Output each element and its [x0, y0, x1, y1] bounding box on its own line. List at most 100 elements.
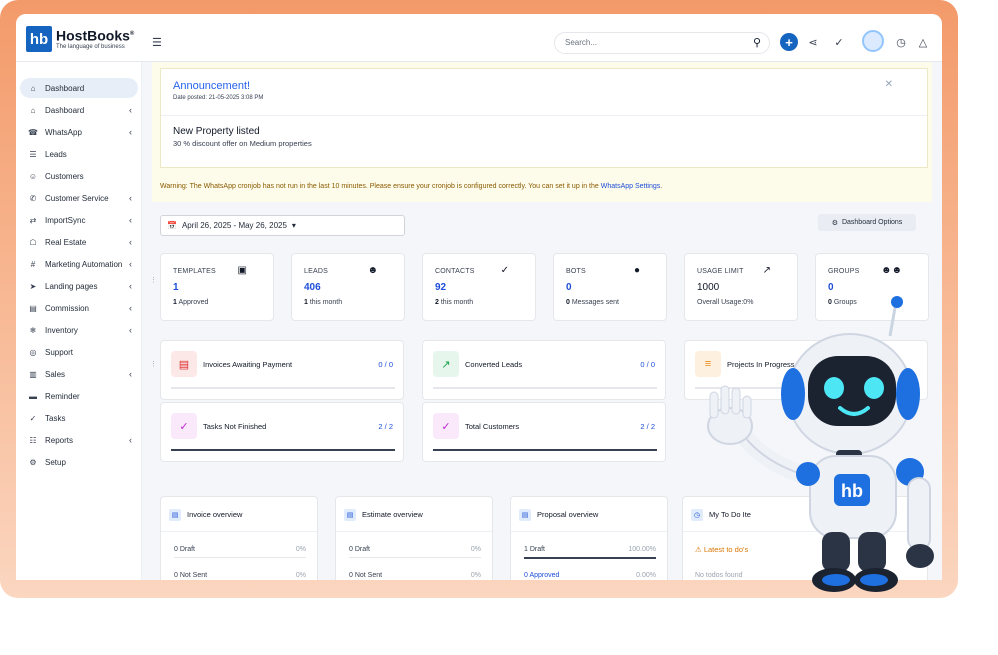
date-range-value: April 26, 2025 - May 26, 2025	[181, 221, 287, 230]
sidebar-item-label: Support	[45, 347, 74, 357]
overview-row[interactable]: 0 Not Sent 0%	[349, 572, 481, 579]
overview-row[interactable]: 0 Draft 0%	[174, 546, 306, 553]
overview-title: Proposal overview	[537, 510, 599, 519]
overview-row-percent: 0%	[470, 546, 481, 553]
caret-down-icon: ▾	[291, 221, 296, 230]
share-icon[interactable]: ⋖	[804, 33, 822, 51]
sidebar-item-label: Marketing Automation	[45, 259, 123, 269]
stat-label: TEMPLATES	[173, 268, 216, 275]
sidebar-item-tasks[interactable]: ✓ Tasks	[20, 408, 138, 428]
user-icon: ☻	[367, 265, 378, 276]
sidebar-item-label: Dashboard	[45, 105, 85, 115]
sidebar-item-label: Customer Service	[45, 193, 109, 203]
stat-card-bots[interactable]: BOTS ● 0 0 Messages sent	[553, 253, 667, 321]
overview-row-label: 1 Draft	[524, 546, 546, 553]
stat-value: 406	[304, 282, 321, 293]
sidebar-item-label: Real Estate	[45, 237, 87, 247]
reports-icon: ☷	[29, 435, 37, 445]
date-range-picker[interactable]: 📅 April 26, 2025 - May 26, 2025 ▾	[160, 215, 405, 236]
sidebar-item-inventory[interactable]: ❄ Inventory ‹	[20, 320, 138, 340]
stat-card-templates[interactable]: TEMPLATES ▣ 1 1 Approved	[160, 253, 274, 321]
gear-icon: ⚙	[29, 457, 37, 467]
home-icon: ⌂	[30, 83, 36, 93]
overview-row-bar	[174, 557, 306, 558]
sidebar-item-importsync[interactable]: ⇄ ImportSync ‹	[20, 210, 138, 230]
overview-row[interactable]: 1 Draft 100.00%	[524, 546, 656, 553]
sidebar-item-customers[interactable]: ☺ Customers	[20, 166, 138, 186]
proposal-overview-card: ▤ Proposal overview 1 Draft 100.00% 0 Approv…	[510, 496, 668, 580]
user-icon: ☺	[28, 171, 38, 181]
bell-icon[interactable]: △	[914, 33, 932, 51]
avatar[interactable]	[862, 30, 884, 52]
progress-card-tasks-not-finished[interactable]: ✓ Tasks Not Finished 2 / 2	[160, 402, 404, 462]
progress-label: Converted Leads	[465, 360, 523, 369]
send-icon: ➤	[29, 281, 37, 291]
announcement-date: Date posted: 21-05-2025 3:08 PM	[173, 95, 264, 101]
snowflake-icon: ❄	[29, 325, 37, 335]
announcement-heading: New Property listed	[173, 126, 260, 137]
sidebar-item-label: Reports	[45, 435, 74, 445]
progress-label: Total Customers	[465, 422, 520, 431]
sidebar-item-label: Dashboard	[45, 83, 85, 93]
clock-icon[interactable]: ◷	[892, 33, 910, 51]
overview-title: Estimate overview	[362, 510, 423, 519]
sidebar-item-commission[interactable]: ▤ Commission ‹	[20, 298, 138, 318]
stat-label: GROUPS	[828, 268, 860, 275]
overview-row[interactable]: 0 Not Sent 0%	[174, 572, 306, 579]
announcement-body: 30 % discount offer on Medium properties	[173, 139, 312, 148]
chevron-left-icon: ‹	[129, 193, 132, 203]
sidebar: ⌂ Dashboard ⌂ Dashboard ‹ ☎ WhatsApp ‹ ☰ Leads ☺ Cu…	[16, 62, 142, 580]
robot-badge-text: hb	[841, 481, 863, 501]
stat-card-contacts[interactable]: CONTACTS ✓ 92 2 this month	[422, 253, 536, 321]
reminder-icon: ▬	[29, 391, 37, 401]
stat-card-leads[interactable]: LEADS ☻ 406 1 this month	[291, 253, 405, 321]
dashboard-options-button[interactable]: ⚙ Dashboard Options	[818, 214, 916, 231]
overview-row-percent: 0%	[470, 572, 481, 579]
overview-row[interactable]: 0 Approved 0.00%	[524, 572, 656, 579]
close-icon[interactable]: ✕	[885, 79, 893, 90]
progress-fill	[171, 449, 395, 451]
money-icon: ▤	[29, 303, 37, 313]
search-input[interactable]: Search... ⚲	[554, 32, 770, 54]
sync-icon: ⇄	[29, 215, 37, 225]
sidebar-item-reports[interactable]: ☷ Reports ‹	[20, 430, 138, 450]
progress-bar	[433, 387, 657, 389]
progress-card-invoices-awaiting-payment[interactable]: ▤ Invoices Awaiting Payment 0 / 0	[160, 340, 404, 400]
sidebar-item-marketing-automation[interactable]: # Marketing Automation ‹	[20, 254, 138, 274]
page: hb HostBooks® The language of business ☰…	[0, 0, 998, 655]
stat-label: BOTS	[566, 268, 586, 275]
home-icon: ⌂	[30, 105, 36, 115]
check-icon[interactable]: ✓	[830, 33, 848, 51]
whatsapp-settings-link[interactable]: WhatsApp Settings	[601, 183, 661, 190]
menu-icon[interactable]: ☰	[152, 36, 162, 49]
sidebar-item-reminder[interactable]: ▬ Reminder	[20, 386, 138, 406]
brand-logo[interactable]: hb HostBooks® The language of business	[26, 26, 134, 52]
overview-row[interactable]: 0 Draft 0%	[349, 546, 481, 553]
invoice-icon: ▤	[171, 351, 197, 377]
sidebar-item-real-estate[interactable]: ☖ Real Estate ‹	[20, 232, 138, 252]
sidebar-item-customer-service[interactable]: ✆ Customer Service ‹	[20, 188, 138, 208]
progress-card-total-customers[interactable]: ✓ Total Customers 2 / 2	[422, 402, 666, 462]
stat-subtext: 0 Messages sent	[566, 299, 619, 306]
sidebar-item-label: Setup	[45, 457, 66, 467]
sidebar-item-whatsapp[interactable]: ☎ WhatsApp ‹	[20, 122, 138, 142]
logo-mark: hb	[26, 26, 52, 52]
sidebar-item-dashboard[interactable]: ⌂ Dashboard	[20, 78, 138, 98]
search-icon[interactable]: ⚲	[753, 36, 761, 49]
sidebar-item-label: Leads	[45, 149, 67, 159]
progress-value: 0 / 0	[640, 360, 655, 369]
stat-value: 0	[566, 282, 572, 293]
sidebar-item-setup[interactable]: ⚙ Setup	[20, 452, 138, 472]
sidebar-item-support[interactable]: ◎ Support	[20, 342, 138, 362]
hash-icon: #	[30, 259, 36, 269]
sidebar-item-dashboard[interactable]: ⌂ Dashboard ‹	[20, 100, 138, 120]
overview-row-bar	[524, 557, 656, 559]
estimate-overview-card: ▤ Estimate overview 0 Draft 0% 0 Not Sent 0%	[335, 496, 493, 580]
plus-icon[interactable]: +	[780, 33, 798, 51]
sidebar-item-leads[interactable]: ☰ Leads	[20, 144, 138, 164]
calendar-icon: 📅	[167, 221, 177, 230]
overview-row-percent: 0%	[295, 572, 306, 579]
sidebar-item-landing-pages[interactable]: ➤ Landing pages ‹	[20, 276, 138, 296]
progress-card-converted-leads[interactable]: ↗ Converted Leads 0 / 0	[422, 340, 666, 400]
sidebar-item-sales[interactable]: ▥ Sales ‹	[20, 364, 138, 384]
